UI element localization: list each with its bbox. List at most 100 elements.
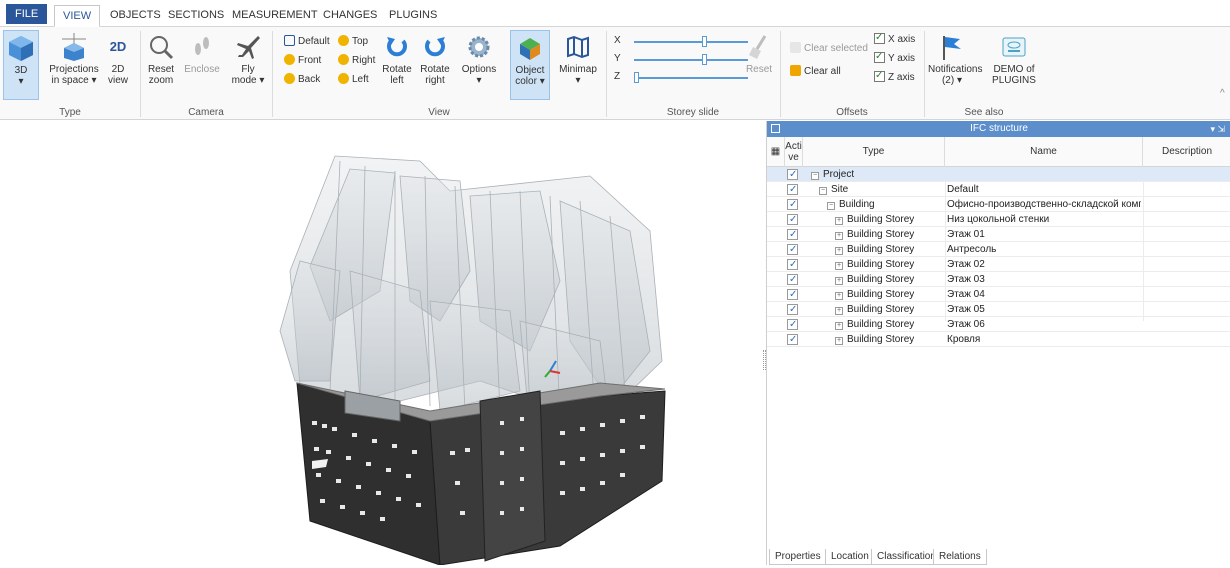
expand-toggle-icon[interactable]: + [835, 337, 843, 345]
storey-reset-button[interactable]: Reset [744, 33, 774, 99]
2d-view-button[interactable]: 2D 2D view [104, 33, 132, 99]
table-row[interactable]: + Building Storey Этаж 02 [767, 257, 1230, 272]
column-header-description[interactable]: Description [1143, 137, 1230, 167]
fly-mode-button[interactable]: Fly mode ▾ [230, 33, 266, 99]
row-type: Building Storey [847, 289, 915, 300]
menu-tab-objects[interactable]: OBJECTS [102, 5, 169, 27]
clear-all-button[interactable]: Clear all [790, 65, 841, 79]
rotate-right-button[interactable]: Rotate right [418, 33, 452, 99]
view-front-button[interactable]: Front [284, 54, 321, 68]
rotate-left-button[interactable]: Rotate left [380, 33, 414, 99]
tab-relations[interactable]: Relations [933, 549, 987, 565]
active-checkbox[interactable] [787, 257, 798, 272]
table-row[interactable]: + Building Storey Этаж 06 [767, 317, 1230, 332]
offsets-group-label: Offsets [836, 107, 868, 118]
x-slider[interactable]: X [614, 35, 754, 49]
expand-toggle-icon[interactable]: + [835, 307, 843, 315]
rotate-right-label-2: right [425, 75, 445, 86]
y-axis-checkbox[interactable]: Y axis [874, 50, 915, 66]
2d-label-2: view [107, 75, 128, 86]
y-axis-check[interactable] [874, 50, 885, 64]
table-row[interactable]: −Project [767, 167, 1230, 182]
menu-tab-file[interactable]: FILE [6, 4, 48, 24]
view-left-button[interactable]: Left [338, 73, 369, 87]
expand-toggle-icon[interactable]: + [835, 247, 843, 255]
active-checkbox[interactable] [787, 227, 798, 242]
active-checkbox[interactable] [787, 182, 798, 197]
menu-tab-view[interactable]: VIEW [54, 5, 101, 27]
expand-toggle-icon[interactable]: + [835, 322, 843, 330]
reset-zoom-button[interactable]: Reset zoom [146, 33, 176, 99]
menu-tab-changes[interactable]: CHANGES [315, 5, 385, 27]
collapse-ribbon-icon[interactable]: ^ [1220, 87, 1225, 101]
tab-classification[interactable]: Classification [871, 549, 942, 565]
z-slider-thumb[interactable] [634, 72, 639, 83]
y-slider[interactable]: Y [614, 53, 754, 67]
column-chooser-icon[interactable]: ▦ [767, 137, 785, 167]
table-row[interactable]: + Building Storey Кровля [767, 332, 1230, 347]
expand-toggle-icon[interactable]: + [835, 262, 843, 270]
active-checkbox[interactable] [787, 167, 798, 182]
active-checkbox[interactable] [787, 272, 798, 287]
active-checkbox[interactable] [787, 212, 798, 227]
panel-pin-icon[interactable] [771, 124, 780, 133]
x-slider-thumb[interactable] [702, 36, 708, 47]
table-row[interactable]: + Building Storey Этаж 05 [767, 302, 1230, 317]
3d-view-button[interactable]: 3D ▾ [3, 30, 39, 100]
table-row[interactable]: + Building Storey Этаж 04 [767, 287, 1230, 302]
options-button[interactable]: Options ▾ [458, 33, 500, 99]
collapse-toggle-icon[interactable]: − [811, 172, 819, 180]
view-default-button[interactable]: Default [284, 35, 330, 49]
menu-tab-measurement[interactable]: MEASUREMENT [224, 5, 326, 27]
3d-viewport[interactable] [0, 121, 765, 566]
enclose-button[interactable]: Enclose [180, 33, 224, 99]
collapse-toggle-icon[interactable]: − [819, 187, 827, 195]
projections-label-2: in space [51, 75, 89, 86]
x-axis-checkbox[interactable]: X axis [874, 31, 915, 47]
active-checkbox[interactable] [787, 302, 798, 317]
tab-location[interactable]: Location [825, 549, 875, 565]
z-axis-checkbox[interactable]: Z axis [874, 69, 915, 85]
active-checkbox[interactable] [787, 317, 798, 332]
x-slider-track [634, 41, 748, 43]
x-axis-check[interactable] [874, 31, 885, 45]
tab-properties[interactable]: Properties [769, 549, 827, 565]
z-slider[interactable]: Z [614, 71, 754, 85]
column-header-type[interactable]: Type [803, 137, 945, 167]
table-row[interactable]: + Building Storey Этаж 03 [767, 272, 1230, 287]
menu-tab-sections[interactable]: SECTIONS [160, 5, 232, 27]
expand-toggle-icon[interactable]: + [835, 217, 843, 225]
active-checkbox[interactable] [787, 332, 798, 347]
minimap-button[interactable]: Minimap ▾ [556, 33, 600, 99]
demo-plugins-button[interactable]: DEMO of PLUGINS [990, 33, 1038, 99]
active-checkbox[interactable] [787, 242, 798, 257]
building-model-render[interactable] [0, 121, 765, 566]
group-divider [272, 31, 273, 117]
view-right-button[interactable]: Right [338, 54, 375, 68]
projections-in-space-button[interactable]: Projections in space ▾ [46, 33, 102, 99]
table-row[interactable]: −Building Офисно-производственно-складско… [767, 197, 1230, 212]
clear-selected-label: Clear selected [804, 43, 868, 54]
active-checkbox[interactable] [787, 287, 798, 302]
object-color-button[interactable]: Object color ▾ [510, 30, 550, 100]
expand-toggle-icon[interactable]: + [835, 232, 843, 240]
view-top-button[interactable]: Top [338, 35, 368, 49]
rotate-right-label: Rotate [420, 64, 450, 75]
collapse-toggle-icon[interactable]: − [827, 202, 835, 210]
table-row[interactable]: + Building Storey Антресоль [767, 242, 1230, 257]
clear-selected-button[interactable]: Clear selected [790, 42, 868, 56]
z-axis-check[interactable] [874, 69, 885, 83]
notifications-button[interactable]: Notifications (2) ▾ [928, 33, 982, 99]
panel-menu-icon[interactable]: ▾ ⇲ [1210, 121, 1225, 137]
y-slider-thumb[interactable] [702, 54, 708, 65]
menu-tab-plugins[interactable]: PLUGINS [381, 5, 445, 27]
table-row[interactable]: + Building Storey Низ цокольной стенки [767, 212, 1230, 227]
column-header-active[interactable]: Acti ve [785, 137, 803, 167]
expand-toggle-icon[interactable]: + [835, 277, 843, 285]
active-checkbox[interactable] [787, 197, 798, 212]
table-row[interactable]: + Building Storey Этаж 01 [767, 227, 1230, 242]
expand-toggle-icon[interactable]: + [835, 292, 843, 300]
view-back-button[interactable]: Back [284, 73, 320, 87]
column-header-name[interactable]: Name [945, 137, 1143, 167]
table-row[interactable]: −Site Default [767, 182, 1230, 197]
